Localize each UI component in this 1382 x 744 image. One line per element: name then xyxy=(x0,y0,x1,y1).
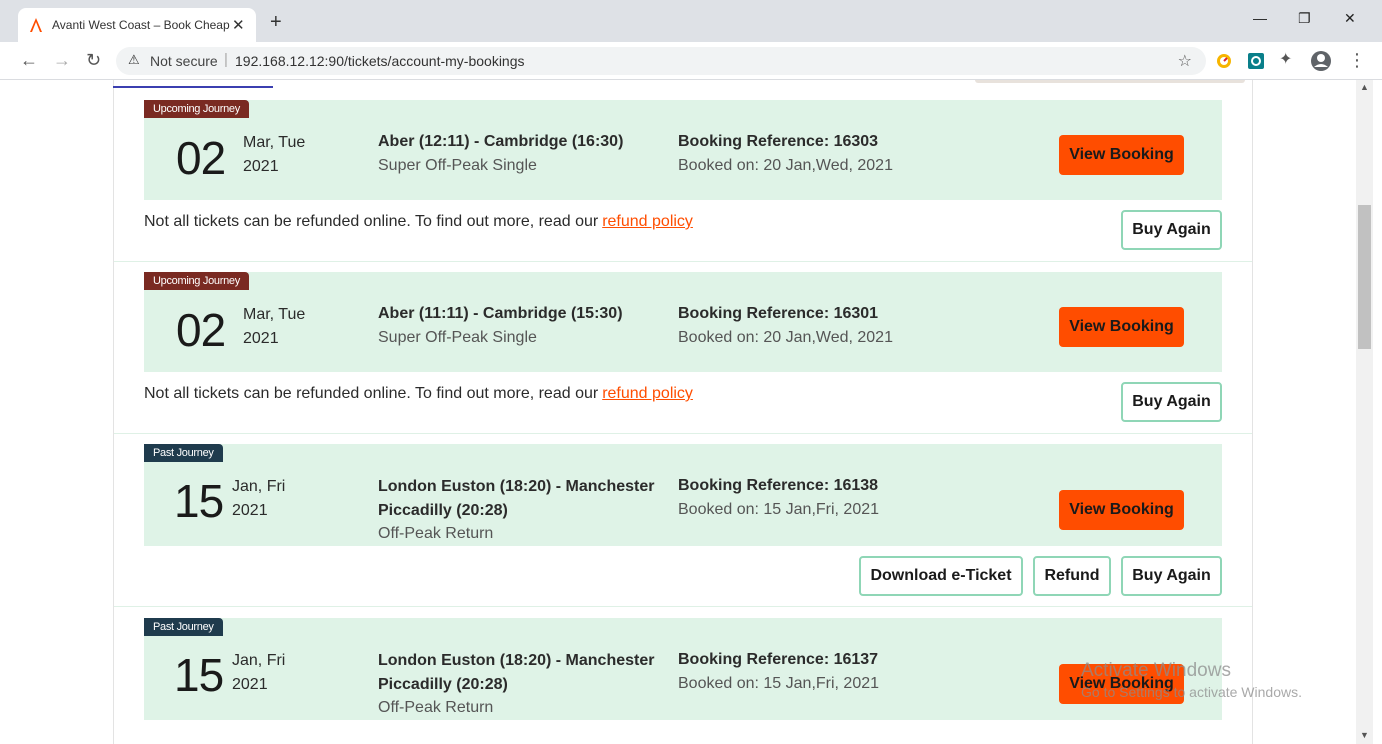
refund-note-text: Not all tickets can be refunded online. … xyxy=(144,213,599,230)
journey-year: 2021 xyxy=(243,158,279,175)
journey-year: 2021 xyxy=(232,502,268,519)
forward-icon[interactable]: → xyxy=(53,50,71,70)
watermark-subtitle: Go to Settings to activate Windows. xyxy=(1081,684,1302,700)
booked-on-date: Booked on: 15 Jan,Fri, 2021 xyxy=(678,501,880,518)
view-booking-button[interactable]: View Booking xyxy=(1059,135,1184,175)
page-scrollbar[interactable]: ▲ ▼ xyxy=(1356,80,1373,744)
browser-tabbar: Avanti West Coast – Book Cheap ✕ + — ❐ ✕ xyxy=(0,0,1382,42)
view-booking-button[interactable]: View Booking xyxy=(1059,307,1184,347)
journey-day: 15 xyxy=(174,475,224,527)
browser-menu-icon[interactable]: ⋮ xyxy=(1348,50,1366,70)
journey-month-weekday: Mar, Tue xyxy=(243,306,306,323)
buy-again-button[interactable]: Buy Again xyxy=(1121,382,1222,422)
page-content: Upcoming Journey 02 Mar, Tue 2021 Aber (… xyxy=(0,80,1382,744)
ticket-type: Super Off-Peak Single xyxy=(378,329,537,346)
address-bar[interactable]: ⚠ Not secure | 192.168.12.12:90/tickets/… xyxy=(116,47,1206,75)
booking-divider xyxy=(114,261,1252,262)
booking-divider xyxy=(114,433,1252,434)
avanti-logo-icon xyxy=(30,18,42,32)
back-icon[interactable]: ← xyxy=(20,50,38,70)
url-text[interactable]: 192.168.12.12:90/tickets/account-my-book… xyxy=(235,53,525,69)
booking-reference: Booking Reference: 16138 xyxy=(678,477,879,494)
journey-route: Aber (12:11) - Cambridge (16:30) xyxy=(378,133,624,150)
journey-day: 02 xyxy=(176,132,226,184)
address-separator: | xyxy=(224,51,228,68)
extensions-puzzle-icon[interactable]: ✦ xyxy=(1279,50,1292,70)
tab-title: Avanti West Coast – Book Cheap xyxy=(52,18,230,32)
journey-route: Aber (11:11) - Cambridge (15:30) xyxy=(378,305,623,322)
tab-close-icon[interactable]: ✕ xyxy=(232,16,245,34)
refund-note: Not all tickets can be refunded online. … xyxy=(144,213,693,231)
journey-badge: Upcoming Journey xyxy=(144,100,249,118)
journey-badge: Past Journey xyxy=(144,618,223,636)
view-booking-button[interactable]: View Booking xyxy=(1059,490,1184,530)
minimize-icon[interactable]: — xyxy=(1253,10,1267,26)
buy-again-button[interactable]: Buy Again xyxy=(1121,556,1222,596)
refund-note: Not all tickets can be refunded online. … xyxy=(144,385,693,403)
journey-day: 02 xyxy=(176,304,226,356)
booking-reference: Booking Reference: 16137 xyxy=(678,651,879,668)
extension-gauge-icon[interactable] xyxy=(1215,52,1233,70)
booked-on-date: Booked on: 20 Jan,Wed, 2021 xyxy=(678,329,893,346)
refund-policy-link[interactable]: refund policy xyxy=(602,385,693,402)
booking-divider xyxy=(114,606,1252,607)
journey-year: 2021 xyxy=(232,676,268,693)
ticket-type: Off-Peak Return xyxy=(378,525,494,542)
window-close-icon[interactable]: ✕ xyxy=(1344,10,1356,27)
reload-icon[interactable]: ↻ xyxy=(86,50,101,70)
warning-icon: ⚠ xyxy=(128,52,140,67)
journey-route: London Euston (18:20) - Manchester Picca… xyxy=(378,652,655,693)
ticket-type: Super Off-Peak Single xyxy=(378,157,537,174)
ticket-type: Off-Peak Return xyxy=(378,699,494,716)
refund-policy-link[interactable]: refund policy xyxy=(602,213,693,230)
booking-reference: Booking Reference: 16301 xyxy=(678,305,879,322)
journey-route: London Euston (18:20) - Manchester Picca… xyxy=(378,478,655,519)
active-tab-indicator xyxy=(113,86,273,88)
booking-reference: Booking Reference: 16303 xyxy=(678,133,879,150)
journey-badge: Upcoming Journey xyxy=(144,272,249,290)
journey-month-weekday: Jan, Fri xyxy=(232,652,286,669)
scroll-up-icon[interactable]: ▲ xyxy=(1360,82,1369,92)
download-eticket-button[interactable]: Download e-Ticket xyxy=(859,556,1023,596)
browser-toolbar: ← → ↻ ⚠ Not secure | 192.168.12.12:90/ti… xyxy=(0,42,1382,80)
extension-square-icon[interactable] xyxy=(1247,52,1265,70)
buy-again-button[interactable]: Buy Again xyxy=(1121,210,1222,250)
journey-badge: Past Journey xyxy=(144,444,223,462)
refund-button[interactable]: Refund xyxy=(1033,556,1111,596)
booked-on-date: Booked on: 15 Jan,Fri, 2021 xyxy=(678,675,880,692)
refund-note-text: Not all tickets can be refunded online. … xyxy=(144,385,599,402)
scroll-down-icon[interactable]: ▼ xyxy=(1360,730,1369,740)
new-tab-button[interactable]: + xyxy=(270,12,282,32)
journey-year: 2021 xyxy=(243,330,279,347)
booked-on-date: Booked on: 20 Jan,Wed, 2021 xyxy=(678,157,893,174)
watermark-title: Activate Windows xyxy=(1081,660,1231,681)
panel-header-edge xyxy=(975,80,1245,83)
bookmark-star-icon[interactable]: ☆ xyxy=(1178,51,1192,71)
journey-day: 15 xyxy=(174,649,224,701)
journey-month-weekday: Jan, Fri xyxy=(232,478,286,495)
activate-windows-watermark: Activate Windows Go to Settings to activ… xyxy=(1081,660,1302,700)
scrollbar-thumb[interactable] xyxy=(1358,205,1371,349)
restore-icon[interactable]: ❐ xyxy=(1298,10,1311,27)
journey-month-weekday: Mar, Tue xyxy=(243,134,306,151)
browser-tab[interactable]: Avanti West Coast – Book Cheap ✕ xyxy=(18,8,256,42)
not-secure-label: Not secure xyxy=(150,53,218,69)
profile-avatar-icon[interactable] xyxy=(1310,50,1332,72)
